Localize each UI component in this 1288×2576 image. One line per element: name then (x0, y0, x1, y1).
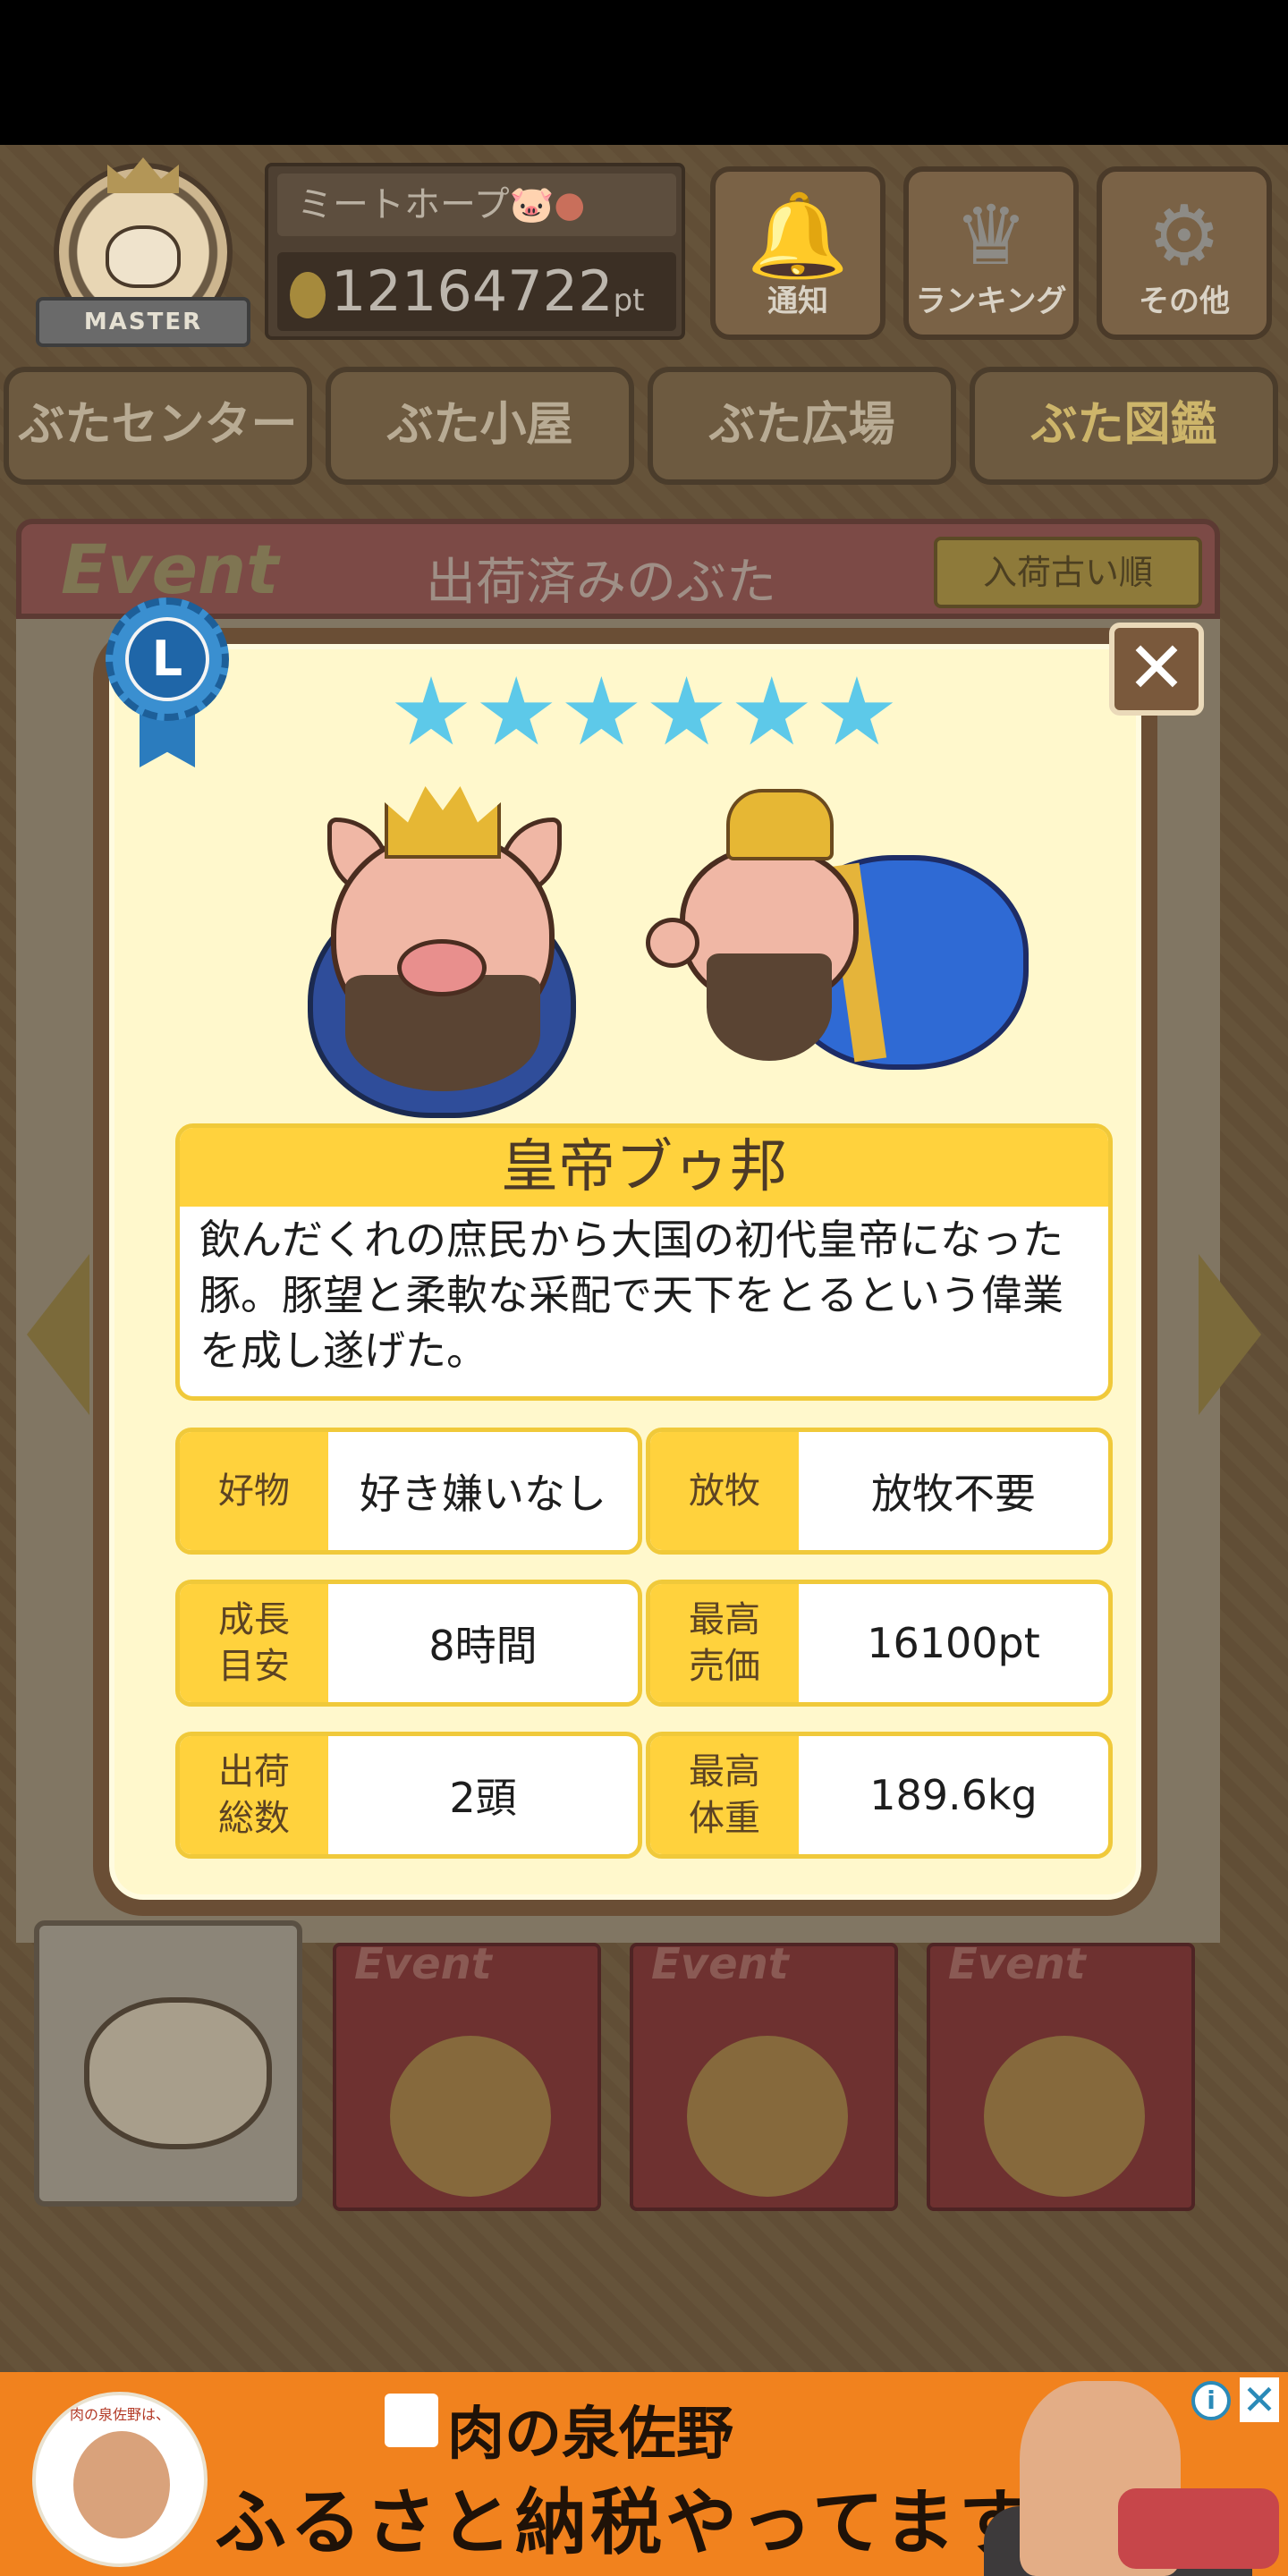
sort-button[interactable]: 入荷古い順 (934, 537, 1202, 608)
bell-icon: 🔔 (746, 188, 850, 284)
master-label: MASTER (36, 297, 250, 347)
book-event-3[interactable]: Event (927, 1939, 1195, 2211)
star-icon (820, 676, 894, 745)
other-label: その他 (1139, 284, 1230, 319)
tab-buta-center[interactable]: ぶたセンター (4, 367, 312, 485)
next-arrow-icon[interactable] (1199, 1254, 1261, 1415)
book-event-label: Event (948, 1939, 1086, 1989)
book-event-1[interactable]: Event (333, 1939, 601, 2211)
ad-banner[interactable]: 肉の泉佐野は、 肉の泉佐野 ふるさと納税やってます! i ✕ (0, 2372, 1288, 2576)
stat-key: 好物 (180, 1432, 328, 1550)
tab-buta-hiroba[interactable]: ぶた広場 (648, 367, 956, 485)
stat-key: 最高 体重 (650, 1736, 799, 1854)
ad-brand: 肉の泉佐野 (447, 2401, 733, 2468)
book-normal[interactable] (34, 1920, 302, 2207)
stat-max-weight: 最高 体重 189.6kg (646, 1732, 1113, 1859)
prev-arrow-icon[interactable] (27, 1254, 89, 1415)
pig-profile: 皇帝ブゥ邦 飲んだくれの庶民から大国の初代皇帝になった豚。豚望と柔軟な采配で天下… (175, 1123, 1113, 1401)
stat-value: 189.6kg (869, 1771, 1038, 1819)
balloon-icon: ● (554, 184, 586, 225)
other-button[interactable]: ⚙ その他 (1097, 166, 1272, 340)
status-bar (0, 0, 1288, 145)
stat-value: 2頭 (449, 1774, 517, 1822)
ad-badge-caption: 肉の泉佐野は、 (69, 2406, 170, 2423)
player-name-row: ミートホープ🐷● (277, 174, 676, 236)
crown-icon (107, 157, 179, 193)
stat-key: 最高 売価 (650, 1584, 799, 1702)
book-event-2[interactable]: Event (630, 1939, 898, 2211)
rank-letter: L (125, 617, 209, 701)
ranking-button[interactable]: ♛ ランキング (903, 166, 1079, 340)
app-root: MASTER ミートホープ🐷● 12164722pt 🔔 通知 ♛ ランキング … (0, 0, 1288, 2576)
ad-close-icon[interactable]: ✕ (1240, 2377, 1279, 2422)
book-event-label: Event (354, 1939, 492, 1989)
ad-tagline: ふるさと納税やってます! (215, 2480, 1070, 2564)
pig-name: 皇帝ブゥ邦 (180, 1128, 1108, 1207)
pig-icon (106, 225, 181, 288)
player-name: ミートホープ (297, 184, 510, 225)
player-info: ミートホープ🐷● 12164722pt (265, 163, 685, 340)
points-row: 12164722pt (277, 252, 676, 331)
ad-info-icon[interactable]: i (1191, 2381, 1231, 2420)
points-value: 12164722 (331, 258, 614, 324)
rank-rosette: L (100, 597, 234, 767)
tab-buta-koya[interactable]: ぶた小屋 (326, 367, 634, 485)
crown-icon (385, 786, 501, 859)
rarity-stars (394, 676, 894, 766)
coin-icon (290, 271, 326, 318)
star-icon (735, 676, 809, 745)
pig-description: 飲んだくれの庶民から大国の初代皇帝になった豚。豚望と柔軟な采配で天下をとるという… (199, 1216, 1063, 1375)
stat-value: 16100pt (867, 1619, 1040, 1667)
master-badge[interactable]: MASTER (36, 157, 250, 360)
star-icon (394, 676, 468, 745)
brand-logo-icon (385, 2394, 438, 2447)
star-icon (565, 676, 638, 745)
collection-title: 出荷済みのぶた (426, 554, 776, 612)
pig-face-icon: 🐷 (509, 184, 555, 225)
crown-icon (726, 789, 834, 860)
pig-front-image (304, 769, 581, 1127)
calendar-icon (687, 2036, 848, 2197)
notification-button[interactable]: 🔔 通知 (710, 166, 886, 340)
gear-icon: ⚙ (1147, 188, 1222, 284)
stat-value: 放牧不要 (871, 1470, 1036, 1518)
ad-meat-image (1118, 2488, 1279, 2569)
stat-max-price: 最高 売価 16100pt (646, 1580, 1113, 1707)
star-icon (479, 676, 553, 745)
stat-grazing: 放牧 放牧不要 (646, 1428, 1113, 1555)
stat-shipped-total: 出荷 総数 2頭 (175, 1732, 642, 1859)
stat-key: 出荷 総数 (180, 1736, 328, 1854)
stat-growth-time: 成長 目安 8時間 (175, 1580, 642, 1707)
pig-side-image (644, 784, 1055, 1123)
laurel-pig-icon (390, 2036, 551, 2197)
crown-icon: ♛ (953, 188, 1029, 284)
stat-favorite-food: 好物 好き嫌いなし (175, 1428, 642, 1555)
stat-value: 好き嫌いなし (360, 1470, 606, 1518)
close-button[interactable]: ✕ (1109, 623, 1204, 716)
tab-buta-zukan[interactable]: ぶた図鑑 (970, 367, 1278, 485)
pig-icon (84, 1997, 272, 2149)
stat-value: 8時間 (428, 1622, 538, 1670)
stat-key: 放牧 (650, 1432, 799, 1550)
star-icon (650, 676, 723, 745)
points-unit: pt (613, 283, 645, 318)
notification-label: 通知 (767, 284, 828, 319)
two-pigs-icon (984, 2036, 1145, 2197)
ad-person-badge: 肉の泉佐野は、 (32, 2392, 208, 2567)
book-event-label: Event (651, 1939, 789, 1989)
ranking-label: ランキング (915, 284, 1067, 319)
stat-key: 成長 目安 (180, 1584, 328, 1702)
